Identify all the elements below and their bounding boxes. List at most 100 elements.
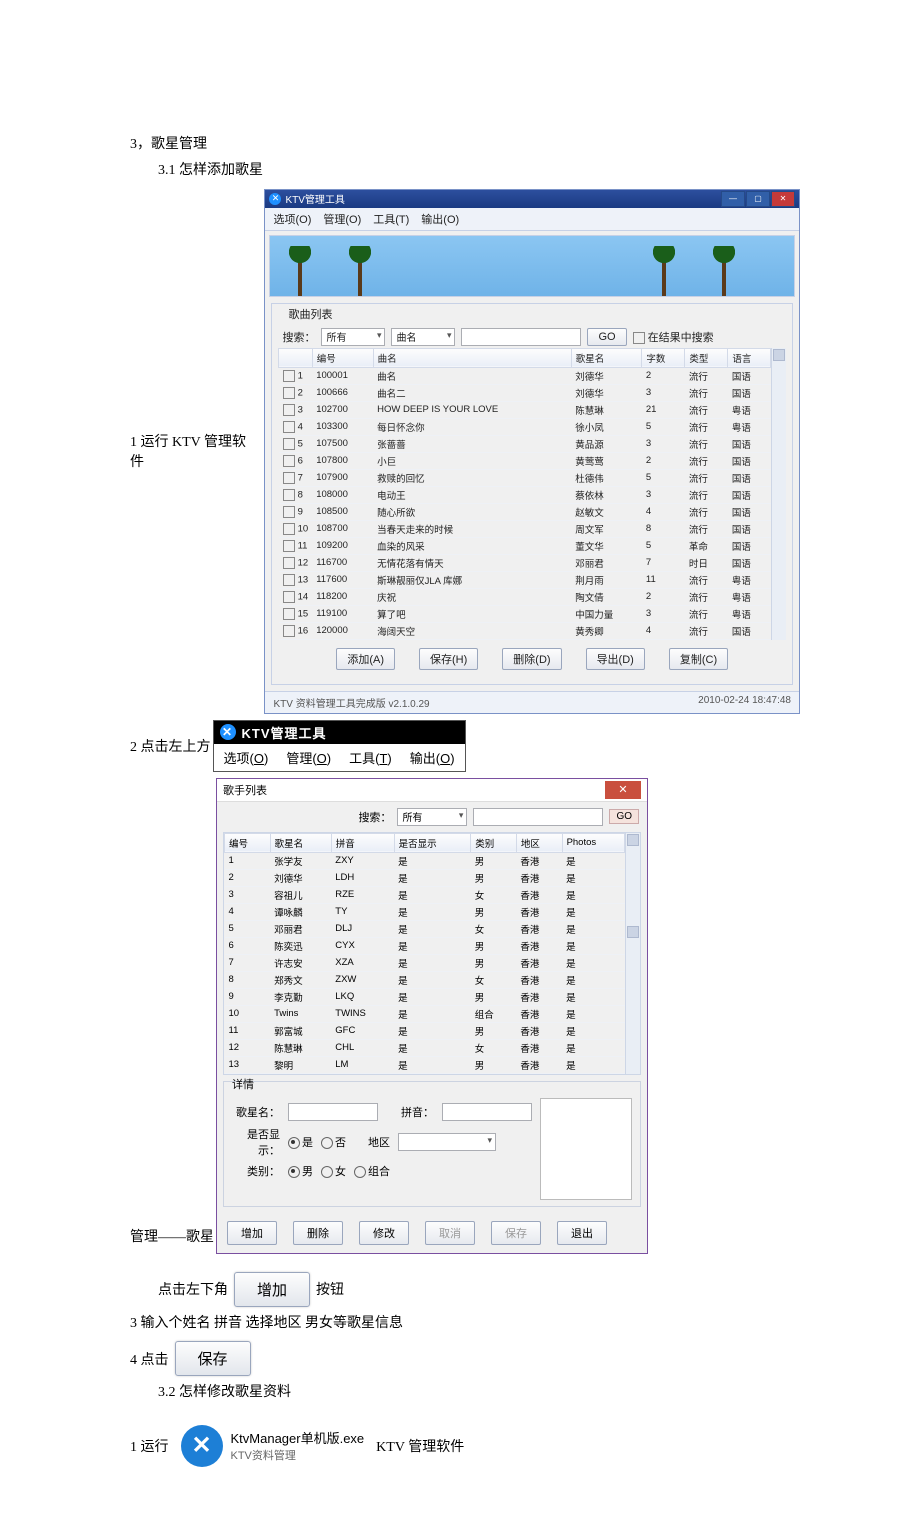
table-row[interactable]: 14118200庆祝陶文倩2流行粤语 (279, 588, 771, 605)
table-row[interactable]: 6陈奕迅CYX是男香港是 (225, 937, 625, 954)
dlg-cancel-button[interactable]: 取消 (425, 1221, 475, 1245)
delete-song-button[interactable]: 删除(D) (502, 648, 561, 670)
status-datetime: 2010-02-24 18:47:48 (698, 695, 791, 710)
go-button[interactable]: GO (587, 328, 626, 346)
col-id[interactable]: 编号 (312, 348, 373, 367)
dialog-close-button[interactable]: ✕ (605, 781, 641, 799)
run-step-prefix: 1 运行 (130, 1436, 169, 1456)
dlg-filter-select[interactable]: 所有 (397, 808, 467, 826)
subsection-31: 3.1 怎样添加歌星 (130, 160, 800, 182)
menu-output[interactable]: 输出(O) (410, 748, 455, 767)
table-row[interactable]: 5107500张蔷蔷黄品源3流行国语 (279, 435, 771, 452)
search-in-results-checkbox[interactable]: 在结果中搜索 (633, 329, 714, 345)
table-row[interactable]: 2100666曲名二刘德华3流行国语 (279, 384, 771, 401)
region-select[interactable] (398, 1133, 496, 1151)
table-row[interactable]: 15119100算了吧中国力量3流行粤语 (279, 605, 771, 622)
col-words[interactable]: 字数 (642, 348, 685, 367)
scol-pinyin[interactable]: 拼音 (331, 833, 394, 852)
dlg-save-button[interactable]: 保存 (491, 1221, 541, 1245)
scol-region[interactable]: 地区 (516, 833, 562, 852)
menu-manage[interactable]: 管理(O) (286, 748, 331, 767)
export-song-button[interactable]: 导出(D) (586, 648, 645, 670)
menu-options[interactable]: 选项(O) (224, 748, 269, 767)
table-row[interactable]: 4103300每日怀念你徐小凤5流行粤语 (279, 418, 771, 435)
filter1-select[interactable]: 所有 (321, 328, 385, 346)
subsection-32: 3.2 怎样修改歌星资料 (130, 1382, 800, 1404)
table-row[interactable]: 7许志安XZA是男香港是 (225, 954, 625, 971)
col-song[interactable]: 曲名 (373, 348, 571, 367)
menu-options[interactable]: 选项(O) (273, 211, 311, 227)
col-lang[interactable]: 语言 (728, 348, 771, 367)
song-table: 编号 曲名 歌星名 字数 类型 语言 1100001曲名刘德华2流行国语 210… (278, 348, 771, 640)
maximize-button[interactable]: ▢ (746, 191, 770, 207)
photo-box[interactable] (540, 1098, 632, 1200)
copy-song-button[interactable]: 复制(C) (669, 648, 728, 670)
singer-table-scrollbar[interactable] (625, 833, 640, 1074)
table-row[interactable]: 13117600斯琳靓丽仅JLA 库娜荆月雨11流行粤语 (279, 571, 771, 588)
table-row[interactable]: 8108000电动王蔡依林3流行国语 (279, 486, 771, 503)
menubar-strip: ✕KTV管理工具 选项(O) 管理(O) 工具(T) 输出(O) (213, 720, 466, 772)
table-row[interactable]: 1100001曲名刘德华2流行国语 (279, 367, 771, 384)
exe-desc: KTV资料管理 (231, 1447, 365, 1463)
col-check[interactable] (279, 348, 312, 367)
dlg-search-input[interactable] (473, 808, 603, 826)
scol-name[interactable]: 歌星名 (270, 833, 331, 852)
cat-female-radio[interactable]: 女 (321, 1163, 346, 1179)
window-title: KTV管理工具 (285, 191, 344, 206)
pinyin-label: 拼音： (386, 1104, 434, 1120)
show-yes-radio[interactable]: 是 (288, 1134, 313, 1150)
dlg-delete-button[interactable]: 删除 (293, 1221, 343, 1245)
filter2-select[interactable]: 曲名 (391, 328, 455, 346)
dlg-edit-button[interactable]: 修改 (359, 1221, 409, 1245)
table-row[interactable]: 1张学友ZXY是男香港是 (225, 852, 625, 869)
table-row[interactable]: 6107800小巨黄莺莺2流行国语 (279, 452, 771, 469)
song-table-scrollbar[interactable] (771, 348, 786, 640)
table-row[interactable]: 10108700当春天走来的时候周文军8流行国语 (279, 520, 771, 537)
table-row[interactable]: 9108500随心所欲赵敏文4流行国语 (279, 503, 771, 520)
dlg-add-button[interactable]: 增加 (227, 1221, 277, 1245)
step4-prefix: 4 点击 (130, 1349, 169, 1369)
col-singer[interactable]: 歌星名 (571, 348, 642, 367)
dlg-go-button[interactable]: GO (609, 809, 639, 824)
table-row[interactable]: 12陈慧琳CHL是女香港是 (225, 1039, 625, 1056)
dlg-exit-button[interactable]: 退出 (557, 1221, 607, 1245)
save-button-image[interactable]: 保存 (175, 1341, 251, 1376)
song-list-group: 歌曲列表 搜索： 所有 曲名 GO 在结果中搜索 编号 曲名 (271, 303, 793, 685)
close-button[interactable]: ✕ (771, 191, 795, 207)
menu-tools[interactable]: 工具(T) (349, 748, 392, 767)
table-row[interactable]: 3102700HOW DEEP IS YOUR LOVE陈慧琳21流行粤语 (279, 401, 771, 418)
table-row[interactable]: 11109200血染的风采董文华5革命国语 (279, 537, 771, 554)
table-row[interactable]: 13黎明LM是男香港是 (225, 1056, 625, 1073)
cat-male-radio[interactable]: 男 (288, 1163, 313, 1179)
group-title: 歌曲列表 (284, 306, 336, 322)
table-row[interactable]: 10TwinsTWINS是组合香港是 (225, 1005, 625, 1022)
table-row[interactable]: 16120000海阔天空黄秀卿4流行国语 (279, 622, 771, 639)
scol-id[interactable]: 编号 (225, 833, 271, 852)
cat-group-radio[interactable]: 组合 (354, 1163, 390, 1179)
pinyin-input[interactable] (442, 1103, 532, 1121)
search-input[interactable] (461, 328, 581, 346)
col-type[interactable]: 类型 (685, 348, 728, 367)
table-row[interactable]: 2刘德华LDH是男香港是 (225, 869, 625, 886)
status-version: KTV 资料管理工具完成版 v2.1.0.29 (273, 695, 429, 710)
menu-output[interactable]: 输出(O) (421, 211, 459, 227)
table-row[interactable]: 7107900救赎的回忆杜德伟5流行国语 (279, 469, 771, 486)
menu-manage[interactable]: 管理(O) (323, 211, 361, 227)
exe-file-item[interactable]: ✕ KtvManager单机版.exe KTV资料管理 (171, 1419, 375, 1473)
table-row[interactable]: 8郑秀文ZXW是女香港是 (225, 971, 625, 988)
scol-show[interactable]: 是否显示 (394, 833, 471, 852)
table-row[interactable]: 11郭富城GFC是男香港是 (225, 1022, 625, 1039)
add-song-button[interactable]: 添加(A) (336, 648, 395, 670)
scol-cat[interactable]: 类别 (471, 833, 517, 852)
show-no-radio[interactable]: 否 (321, 1134, 346, 1150)
scol-photos[interactable]: Photos (562, 833, 625, 852)
table-row[interactable]: 12116700无情花落有情天邓丽君7时日国语 (279, 554, 771, 571)
table-row[interactable]: 9李克勤LKQ是男香港是 (225, 988, 625, 1005)
menu-tools[interactable]: 工具(T) (373, 211, 409, 227)
table-row[interactable]: 3容祖儿RZE是女香港是 (225, 886, 625, 903)
name-input[interactable] (288, 1103, 378, 1121)
minimize-button[interactable]: — (721, 191, 745, 207)
table-row[interactable]: 5邓丽君DLJ是女香港是 (225, 920, 625, 937)
table-row[interactable]: 4谭咏麟TY是男香港是 (225, 903, 625, 920)
save-song-button[interactable]: 保存(H) (419, 648, 478, 670)
